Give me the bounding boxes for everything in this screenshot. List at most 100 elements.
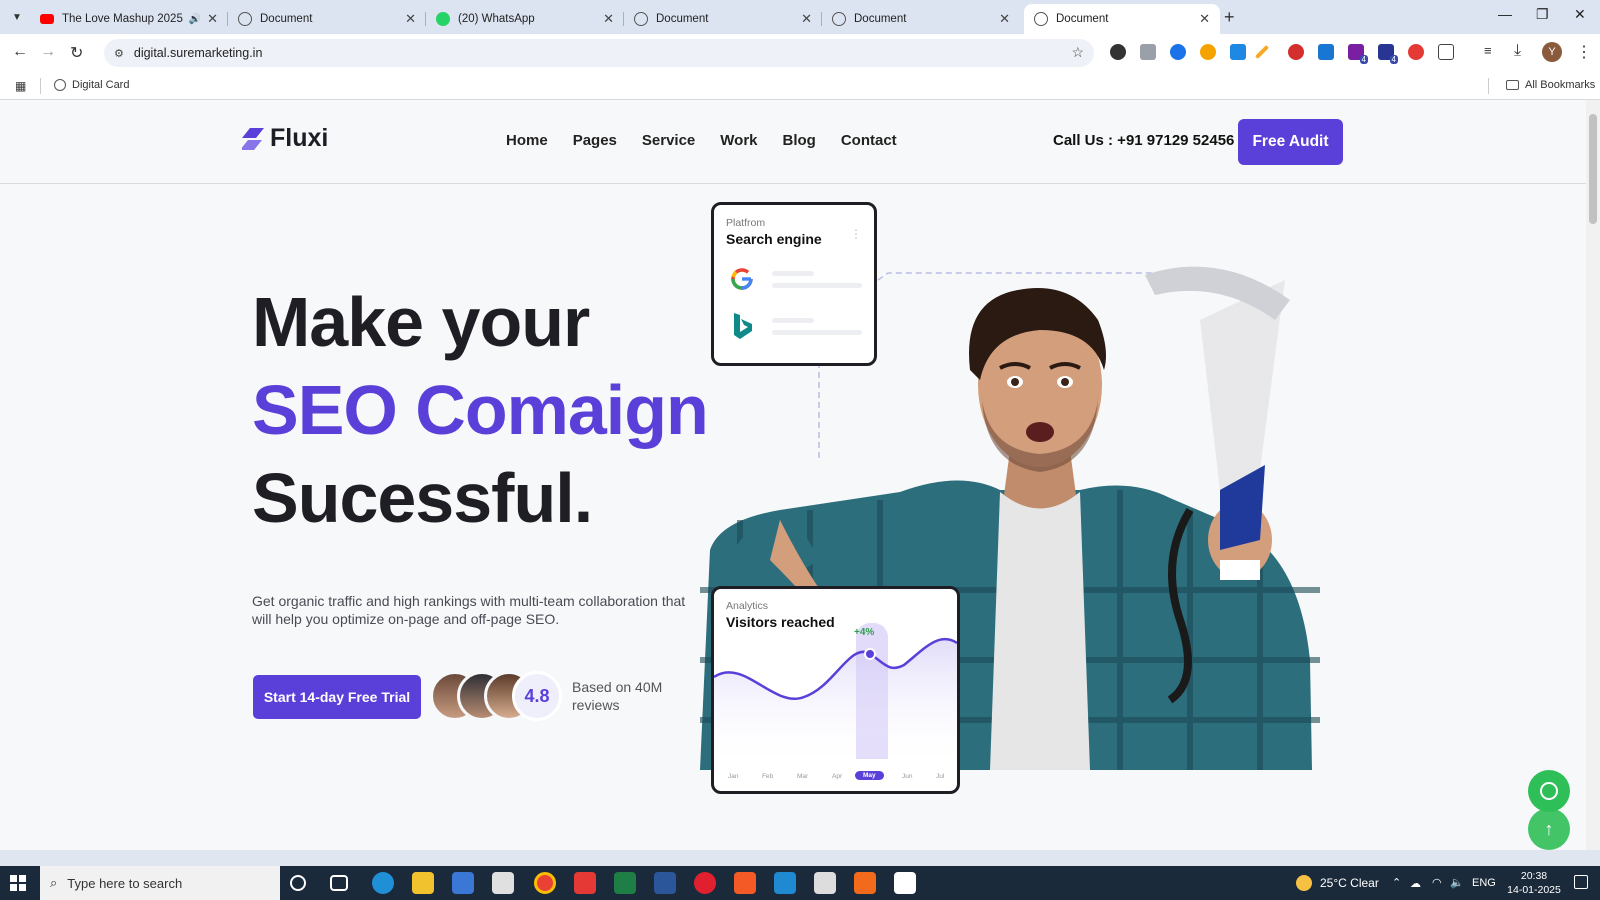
language-indicator[interactable]: ENG xyxy=(1472,877,1496,889)
tab-strip: ▼ The Love Mashup 2025 | Hi 🔊 ✕ Document… xyxy=(0,0,1600,34)
platform-card-title: Search engine xyxy=(726,231,822,247)
profile-avatar[interactable]: Y xyxy=(1542,42,1562,62)
placeholder-line xyxy=(772,283,862,288)
analytics-card-title: Visitors reached xyxy=(726,614,835,630)
forward-icon[interactable]: → xyxy=(40,43,56,61)
tab-document-3[interactable]: Document ✕ xyxy=(822,4,1020,34)
globe-icon xyxy=(1034,12,1048,26)
extension-icon[interactable] xyxy=(1200,44,1216,60)
close-tab-icon[interactable]: ✕ xyxy=(999,11,1010,27)
close-tab-icon[interactable]: ✕ xyxy=(603,11,614,27)
globe-icon xyxy=(238,12,252,26)
vscode-icon[interactable] xyxy=(774,872,796,894)
windows-start-icon[interactable] xyxy=(10,875,26,891)
globe-icon xyxy=(54,79,66,91)
brave-icon[interactable] xyxy=(734,872,756,894)
address-bar[interactable]: ⚙ digital.suremarketing.in ☆ xyxy=(104,39,1094,67)
extensions-puzzle-icon[interactable] xyxy=(1438,44,1454,60)
extension-icon[interactable] xyxy=(1288,44,1304,60)
youtube-icon xyxy=(40,14,54,24)
close-tab-icon[interactable]: ✕ xyxy=(405,11,416,27)
windows-taskbar: ⌕ Type here to search 25°C Clear ⌃ ☁ ◠ 🔈… xyxy=(0,866,1600,900)
tab-document-active[interactable]: Document ✕ xyxy=(1024,4,1220,34)
close-tab-icon[interactable]: ✕ xyxy=(207,11,218,27)
extension-icon[interactable] xyxy=(1318,44,1334,60)
globe-icon xyxy=(832,12,846,26)
app-q-icon[interactable] xyxy=(854,872,876,894)
bookmark-star-icon[interactable]: ☆ xyxy=(1071,44,1084,61)
download-extension-icon[interactable] xyxy=(1230,44,1246,60)
chevron-up-icon[interactable]: ⌃ xyxy=(1392,876,1401,889)
speaker-icon[interactable]: 🔊 xyxy=(189,14,201,25)
whatsapp-float-button[interactable] xyxy=(1528,770,1570,812)
security-icon[interactable] xyxy=(814,872,836,894)
browser-toolbar: ← → ↻ ⚙ digital.suremarketing.in ☆ 4 4 ≡… xyxy=(0,34,1600,72)
chrome-icon[interactable] xyxy=(534,872,556,894)
anydesk-icon[interactable] xyxy=(574,872,596,894)
volume-icon[interactable]: 🔈 xyxy=(1450,876,1464,889)
extension-icon[interactable]: 4 xyxy=(1348,44,1368,64)
clock[interactable]: 20:38 14-01-2025 xyxy=(1502,869,1566,897)
month-label: Apr xyxy=(832,773,843,780)
taskbar-search-box[interactable]: ⌕ Type here to search xyxy=(40,866,280,900)
platform-card-label: Platfrom xyxy=(726,217,766,229)
bing-icon xyxy=(734,313,752,339)
opera-icon[interactable] xyxy=(694,872,716,894)
minimize-icon[interactable]: — xyxy=(1498,6,1512,22)
media-control-icon[interactable]: ≡ xyxy=(1484,43,1492,58)
tab-document-2[interactable]: Document ✕ xyxy=(624,4,822,34)
analytics-card-label: Analytics xyxy=(726,600,769,612)
task-view-icon[interactable] xyxy=(330,875,348,891)
site-info-icon[interactable]: ⚙ xyxy=(114,47,124,60)
extension-icon[interactable] xyxy=(1110,44,1126,60)
bookmark-digital-card[interactable]: Digital Card xyxy=(54,79,129,91)
tab-document-1[interactable]: Document ✕ xyxy=(228,4,426,34)
extension-icon[interactable] xyxy=(1140,44,1156,60)
close-tab-icon[interactable]: ✕ xyxy=(1199,11,1210,27)
mail-icon[interactable] xyxy=(492,872,514,894)
pen-extension-icon[interactable] xyxy=(1254,44,1270,60)
back-icon[interactable]: ← xyxy=(12,43,28,61)
close-window-icon[interactable]: ✕ xyxy=(1574,6,1586,23)
chevron-down-icon: ▼ xyxy=(12,11,22,23)
restore-icon[interactable]: ❐ xyxy=(1536,6,1549,23)
notifications-icon[interactable] xyxy=(1574,875,1588,889)
file-explorer-icon[interactable] xyxy=(412,872,434,894)
all-bookmarks-button[interactable]: All Bookmarks xyxy=(1506,79,1595,91)
apps-grid-icon[interactable]: ▦ xyxy=(15,79,26,93)
scrollbar-thumb[interactable] xyxy=(1589,114,1597,224)
month-label-selected[interactable]: May xyxy=(855,771,884,780)
photos-icon[interactable] xyxy=(894,872,916,894)
tab-whatsapp[interactable]: (20) WhatsApp ✕ xyxy=(426,4,624,34)
adblock-icon[interactable] xyxy=(1408,44,1424,60)
cortana-icon[interactable] xyxy=(290,875,306,891)
wifi-icon[interactable]: ◠ xyxy=(1432,876,1442,889)
scroll-to-top-button[interactable]: ↑ xyxy=(1528,808,1570,850)
store-icon[interactable] xyxy=(452,872,474,894)
extension-icon[interactable] xyxy=(1170,44,1186,60)
edge-icon[interactable] xyxy=(372,872,394,894)
onedrive-icon[interactable]: ☁ xyxy=(1410,877,1421,890)
reload-icon[interactable]: ↻ xyxy=(70,43,83,63)
search-icon: ⌕ xyxy=(50,875,58,890)
arrow-up-icon: ↑ xyxy=(1544,818,1554,839)
new-tab-icon[interactable]: + xyxy=(1224,7,1235,28)
page-scrollbar[interactable] xyxy=(1586,100,1600,850)
tab-youtube[interactable]: The Love Mashup 2025 | Hi 🔊 ✕ xyxy=(30,4,228,34)
platform-card: Platfrom Search engine ⋮ xyxy=(711,202,877,366)
weather-text[interactable]: 25°C Clear xyxy=(1320,876,1379,890)
whatsapp-icon xyxy=(1540,782,1558,800)
word-icon[interactable] xyxy=(654,872,676,894)
bookmark-divider xyxy=(1488,78,1489,94)
download-icon[interactable]: ⤓ xyxy=(1514,42,1521,60)
tab-search-button[interactable]: ▼ xyxy=(6,7,28,27)
close-tab-icon[interactable]: ✕ xyxy=(801,11,812,27)
extension-icon[interactable]: 4 xyxy=(1378,44,1398,64)
bookmarks-bar: ▦ Digital Card All Bookmarks xyxy=(0,72,1600,100)
excel-icon[interactable] xyxy=(614,872,636,894)
weather-moon-icon[interactable] xyxy=(1296,875,1312,891)
menu-kebab-icon[interactable]: ⋮ xyxy=(1576,42,1592,62)
url-text[interactable]: digital.suremarketing.in xyxy=(134,46,263,60)
more-options-icon[interactable]: ⋮ xyxy=(850,227,862,241)
month-axis: Jan Feb Mar Apr May Jun Jul xyxy=(714,771,957,787)
